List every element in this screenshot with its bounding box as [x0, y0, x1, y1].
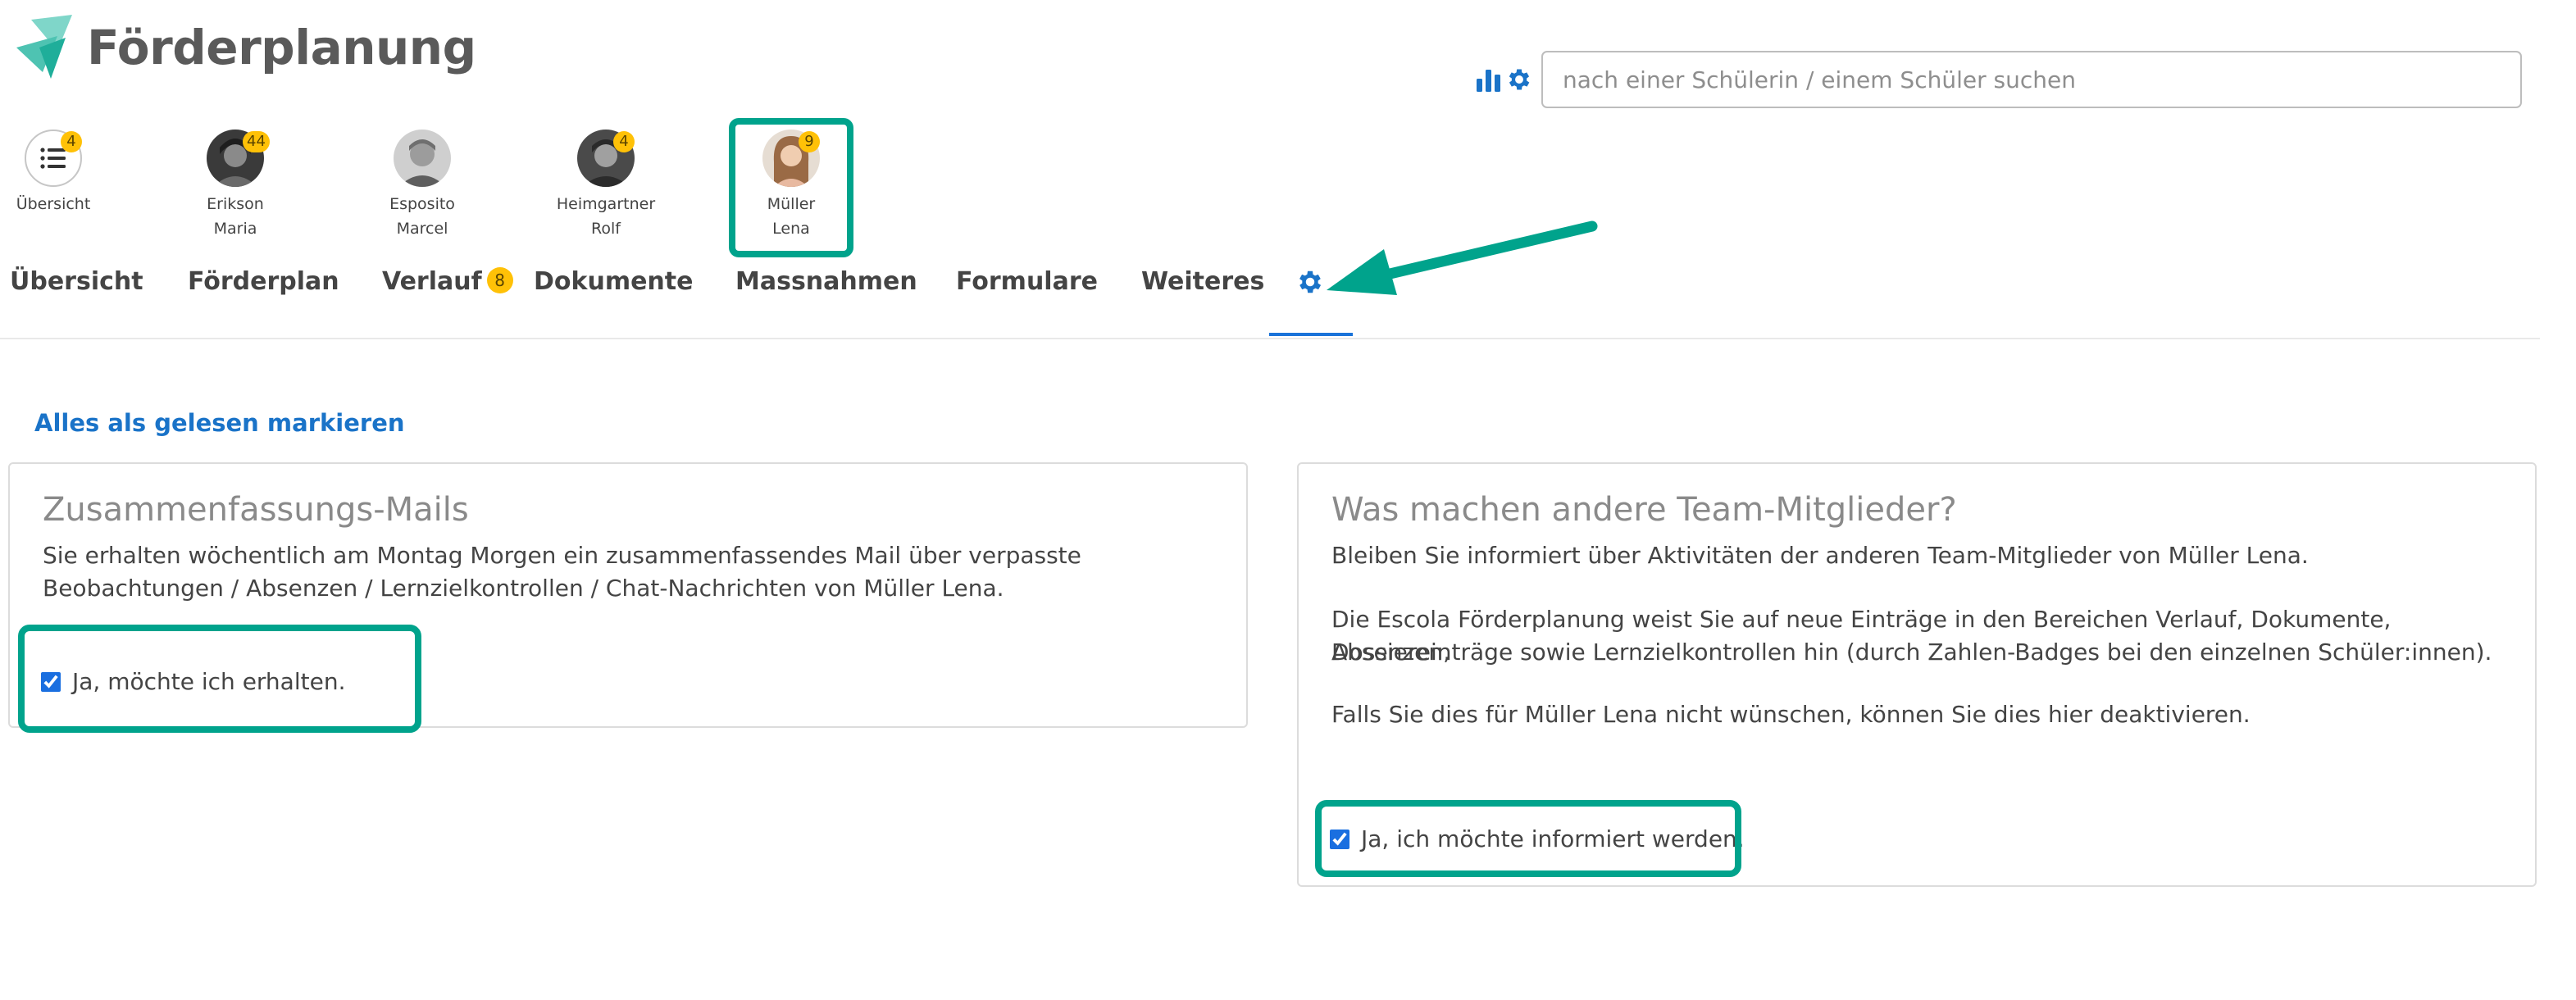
tab-count-badge: 8 [486, 267, 513, 293]
student-erikson[interactable]: 44 Erikson Maria [182, 130, 289, 241]
tab-overview[interactable]: Übersicht [10, 264, 143, 300]
card-title: Zusammenfassungs-Mails [43, 491, 469, 529]
card-text-line: Bleiben Sie informiert über Aktivitäten … [1331, 542, 2309, 569]
student-first-name: Maria [213, 220, 257, 238]
tab-label: Massnahmen [735, 267, 917, 296]
mark-all-read-link[interactable]: Alles als gelesen markieren [34, 407, 405, 439]
highlight-frame-selected-student [729, 118, 853, 257]
app-title: Förderplanung [87, 20, 476, 75]
count-badge: 4 [61, 131, 82, 152]
active-tab-indicator [1269, 333, 1353, 336]
highlight-frame-team-checkbox [1315, 800, 1741, 877]
student-name: Esposito [389, 195, 455, 213]
card-text-line: Dossiereinträge sowie Lernzielkontrollen… [1331, 639, 2492, 666]
tab-label: Formulare [956, 267, 1098, 296]
count-badge: 44 [243, 131, 270, 152]
tab-foerderplan[interactable]: Förderplan [188, 264, 339, 300]
app-logo-icon [15, 15, 79, 79]
tab-label: Dokumente [534, 267, 694, 296]
bar-chart-icon[interactable] [1476, 67, 1502, 92]
student-overview[interactable]: 4 Übersicht [0, 130, 107, 216]
card-text-line: Falls Sie dies für Müller Lena nicht wün… [1331, 701, 2251, 728]
card-text-line: Beobachtungen / Absenzen / Lernzielkontr… [43, 575, 1004, 602]
student-name: Heimgartner [556, 195, 656, 213]
student-name: Übersicht [16, 195, 91, 213]
tab-dokumente[interactable]: Dokumente [534, 264, 693, 300]
avatar [394, 130, 451, 187]
count-badge: 4 [613, 131, 635, 152]
student-heimgartner[interactable]: 4 Heimgartner Rolf [553, 130, 659, 241]
student-esposito[interactable]: Esposito Marcel [369, 130, 476, 241]
tab-verlauf[interactable]: Verlauf 8 [382, 264, 513, 300]
tab-label: Weiteres [1141, 267, 1265, 296]
card-text-line: Sie erhalten wöchentlich am Montag Morge… [43, 542, 1081, 569]
gear-icon[interactable] [1505, 66, 1533, 93]
arrow-annotation-icon [1312, 215, 1599, 305]
tab-label: Förderplan [188, 267, 339, 296]
card-title: Was machen andere Team-Mitglieder? [1331, 491, 1957, 529]
student-first-name: Rolf [591, 220, 621, 238]
tab-massnahmen[interactable]: Massnahmen [735, 264, 917, 300]
tab-divider [0, 338, 2540, 339]
tab-label: Verlauf [382, 267, 482, 296]
highlight-frame-summary-checkbox [18, 625, 421, 733]
tab-weiteres[interactable]: Weiteres [1141, 264, 1264, 300]
student-first-name: Marcel [396, 220, 448, 238]
tab-label: Übersicht [10, 267, 143, 296]
student-name: Erikson [207, 195, 264, 213]
student-search-input[interactable] [1541, 51, 2522, 108]
tab-formulare[interactable]: Formulare [956, 264, 1098, 300]
